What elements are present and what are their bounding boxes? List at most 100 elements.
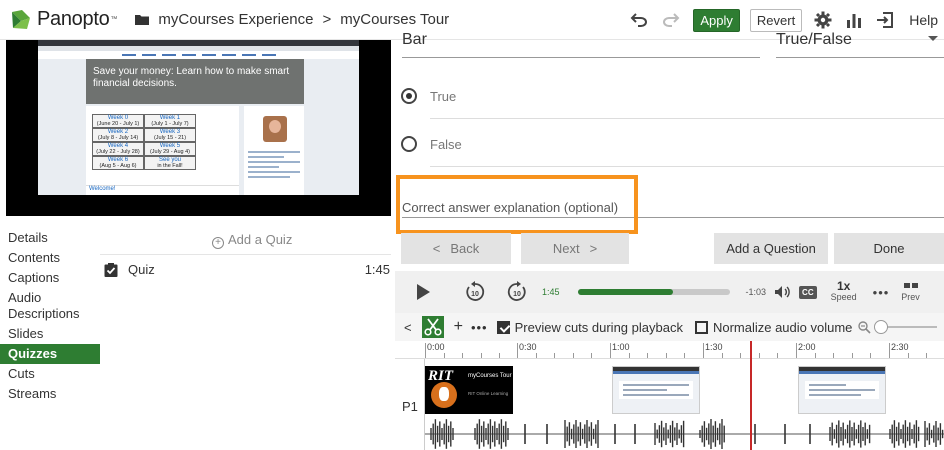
preview-cuts-label: Preview cuts during playback [514, 319, 683, 335]
timeline-tick [740, 353, 742, 358]
quiz-title: Quiz [128, 262, 155, 277]
progress-bar[interactable] [577, 289, 730, 295]
timeline-tick [647, 353, 649, 358]
add-quiz-button[interactable]: + Add a Quiz [212, 232, 292, 249]
video-preview[interactable]: Save your money: Learn how to make smart… [6, 40, 391, 216]
sidebar-item-streams[interactable]: Streams [0, 384, 100, 404]
sidebar-item-captions[interactable]: Captions [0, 268, 100, 288]
tiger-mascot-icon [431, 382, 457, 408]
capture-hero-text: Save your money: Learn how to make smart… [86, 59, 304, 104]
option-false-label: False [430, 136, 462, 152]
forward-10-icon[interactable]: 10 [506, 281, 528, 303]
thumbnail-subtitle: RIT Online Learning [468, 391, 509, 396]
speed-button[interactable]: 1x Speed [830, 280, 857, 303]
breadcrumb-session[interactable]: myCourses Tour [340, 11, 449, 28]
explanation-highlight-box [396, 175, 638, 234]
answer-option-true[interactable]: True [401, 88, 456, 104]
timeline-tick [721, 353, 723, 358]
rewind-10-icon[interactable]: 10 [464, 281, 486, 303]
screen-capture: Save your money: Learn how to make smart… [38, 40, 359, 195]
breadcrumb-folder[interactable]: myCourses Experience [158, 11, 313, 28]
svg-text:10: 10 [471, 291, 479, 298]
answer-option-false[interactable]: False [401, 136, 462, 152]
normalize-audio-label: Normalize audio volume [712, 319, 853, 335]
exit-icon[interactable] [876, 11, 894, 29]
panopto-logo-icon [12, 9, 30, 29]
playhead[interactable] [750, 341, 752, 450]
timeline-tick [499, 353, 501, 358]
help-link[interactable]: Help [909, 12, 938, 28]
timeline-tick [889, 343, 890, 358]
stats-chart-icon[interactable] [846, 12, 862, 28]
timeline-tick-label: 2:30 [891, 342, 909, 352]
timeline-ruler[interactable]: 0:00 0:30 1:00 1:30 2:00 2:30 [395, 341, 944, 359]
progress-fill [577, 289, 673, 295]
done-button[interactable]: Done [834, 233, 944, 264]
capture-week-cell: Week 5 (July 29 - Aug 4) [144, 142, 196, 156]
collapse-left-icon[interactable]: < [404, 320, 412, 335]
speed-label: Speed [830, 292, 857, 302]
timeline-tick [591, 353, 593, 358]
capture-week-cell: Week 6 (Aug 5 - Aug 6) [92, 156, 144, 170]
undo-icon[interactable] [630, 13, 648, 27]
redo-icon[interactable] [662, 13, 680, 27]
quiz-time: 1:45 [364, 262, 390, 277]
volume-icon[interactable] [774, 285, 790, 299]
radio-false[interactable] [401, 136, 417, 152]
cut-scissors-icon[interactable] [421, 316, 444, 338]
timeline-tick-label: 1:00 [612, 342, 630, 352]
back-label: Back [450, 241, 480, 256]
preview-label: Prev [901, 292, 920, 302]
revert-button[interactable]: Revert [749, 8, 803, 32]
normalize-audio-checkbox[interactable] [694, 320, 708, 334]
slide-thumbnail[interactable] [798, 366, 886, 414]
timeline-tick [628, 353, 630, 358]
sidebar-item-quizzes[interactable]: Quizzes [0, 344, 100, 364]
timeline-tick [480, 353, 482, 358]
timeline-tick-label: 0:30 [519, 342, 537, 352]
player-controls: 10 10 1:45 -1:03 CC 1x Speed ••• Prev [395, 271, 944, 313]
sidebar-item-details[interactable]: Details [0, 228, 100, 248]
current-time: 1:45 [542, 287, 560, 297]
add-circle-icon: + [212, 237, 224, 249]
next-button[interactable]: Next > [521, 233, 629, 264]
more-options-icon[interactable]: ••• [873, 285, 890, 300]
settings-gear-icon[interactable] [814, 11, 832, 29]
question-type-select[interactable]: True/False [776, 31, 852, 49]
radio-true[interactable] [401, 88, 417, 104]
timeline-tick [425, 343, 426, 358]
preview-cuts-checkbox[interactable] [496, 320, 510, 334]
more-options-icon[interactable]: ••• [471, 320, 488, 335]
zoom-slider[interactable] [874, 320, 938, 334]
chevron-down-icon[interactable] [928, 36, 938, 41]
timeline-tick [814, 353, 816, 358]
preview-button[interactable]: Prev [901, 281, 920, 303]
timeline-tick [796, 343, 797, 358]
sidebar-item-slides[interactable]: Slides [0, 324, 100, 344]
zoom-out-icon[interactable] [858, 320, 871, 334]
title-slide-thumbnail[interactable]: RIT myCourses Tour RIT Online Learning [425, 366, 513, 414]
question-type-underline [776, 57, 944, 58]
chevron-left-icon: < [432, 241, 441, 256]
question-text-field[interactable]: Bar [402, 31, 427, 49]
svg-text:10: 10 [513, 291, 521, 298]
apply-button[interactable]: Apply [693, 8, 740, 32]
timeline-tick [572, 353, 574, 358]
quiz-list-item[interactable]: Quiz 1:45 [104, 262, 390, 277]
slide-thumbnail[interactable] [612, 366, 700, 414]
sidebar-item-cuts[interactable]: Cuts [0, 364, 100, 384]
add-question-button[interactable]: Add a Question [714, 233, 828, 264]
sidebar-item-contents[interactable]: Contents [0, 248, 100, 268]
captions-button[interactable]: CC [799, 285, 817, 299]
play-icon[interactable] [417, 284, 430, 300]
add-icon[interactable]: + [454, 318, 463, 336]
sidebar-item-audio-descriptions[interactable]: Audio Descriptions [0, 288, 100, 324]
back-button[interactable]: < Back [401, 233, 511, 264]
option-underline [430, 118, 944, 119]
option-underline [430, 166, 944, 167]
question-underline [402, 57, 760, 58]
breadcrumb: myCourses Experience > myCourses Tour [135, 11, 449, 28]
timeline-tick [907, 353, 909, 358]
timeline-tick [758, 353, 760, 358]
panopto-logo[interactable]: Panopto ™ [10, 8, 117, 31]
